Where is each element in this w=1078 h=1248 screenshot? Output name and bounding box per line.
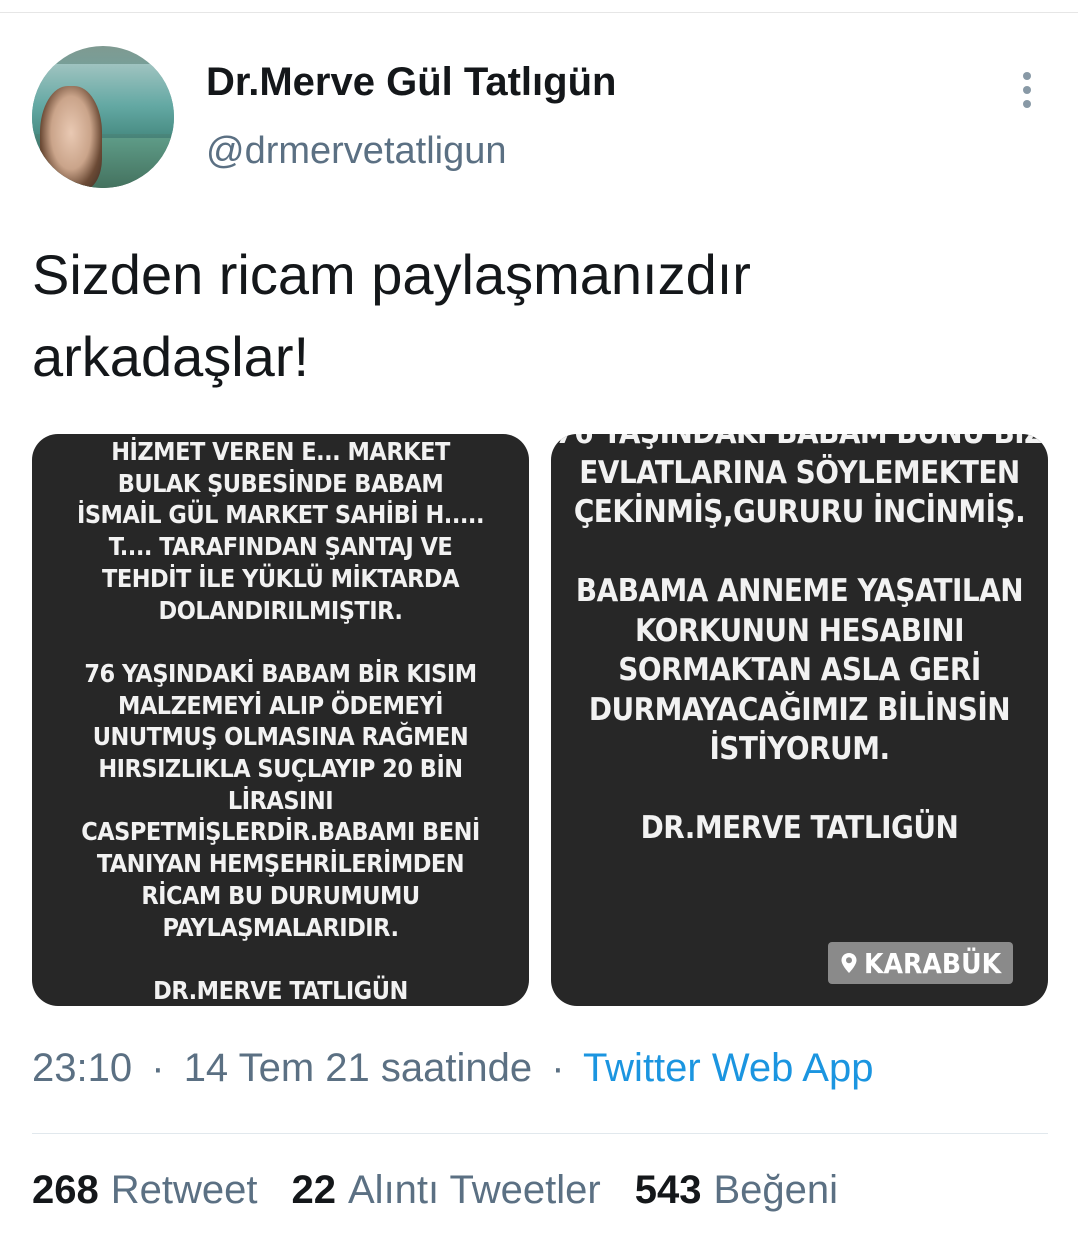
image-text-line [551,533,1048,573]
image-text: 76 YAŞINDAKİ BABAM BUNU BİZEVLATLARINA S… [551,434,1048,849]
tweet-image-left[interactable]: HİZMET VEREN E... MARKET BULAK ŞUBESİNDE … [32,434,529,1006]
image-text-line: T.... TARAFINDAN ŞANTAJ VE [108,532,453,562]
image-text-line: İSMAİL GÜL MARKET SAHİBİ H..... [77,500,485,530]
image-text: HİZMET VEREN E... MARKET BULAK ŞUBESİNDE … [32,436,529,1006]
image-text-line: TEHDİT İLE YÜKLÜ MİKTARDA [101,563,460,593]
like-count[interactable]: 543 Beğeni [635,1168,838,1213]
image-text-line: 76 YAŞINDAKİ BABAM BUNU BİZ [551,434,1048,454]
image-text-line: DURMAYACAĞIMIZ BİLİNSİN [588,691,1011,728]
image-text-line: RİCAM BU DURUMUMU [141,880,420,910]
tweet-text: Sizden ricam paylaşmanızdır arkadaşlar! [32,234,1012,398]
location-label: KARABÜK [864,946,1002,980]
tweet-stats: 268 Retweet 22 Alıntı Tweetler 543 Beğeni [32,1168,838,1213]
retweet-count[interactable]: 268 Retweet [32,1168,258,1213]
image-text-line: HIRSIZLIKLA SUÇLAYIP 20 BİN [98,754,463,784]
image-text-line: DR.MERVE TATLIGÜN [640,810,959,846]
avatar[interactable] [32,46,174,188]
top-divider [0,12,1078,13]
image-text-line: CASPETMİŞLERDİR.BABAMI BENİ [81,817,480,847]
image-text-line: UNUTMUŞ OLMASINA RAĞMEN [92,722,469,752]
tweet-date[interactable]: 14 Tem 21 saatinde [184,1046,532,1090]
image-text-line: BULAK ŞUBESİNDE BABAM [117,468,444,498]
image-text-line: 76 YAŞINDAKİ BABAM BİR KISIM [84,658,477,688]
image-text-line: PAYLAŞMALARIDIR. [162,912,399,942]
image-text-line: DR.MERVE TATLIGÜN [153,975,408,1005]
map-pin-icon [841,953,857,973]
image-text-line: EVLATLARINA SÖYLEMEKTEN [579,454,1020,491]
tweet-text-line: Sizden ricam paylaşmanızdır [32,243,751,306]
image-text-line: SORMAKTAN ASLA GERİ [618,652,981,688]
image-text-line [551,770,1048,810]
more-vertical-icon[interactable] [1012,68,1042,112]
image-text-line [32,943,529,975]
divider [32,1133,1048,1134]
tweet-image-right[interactable]: 76 YAŞINDAKİ BABAM BUNU BİZEVLATLARINA S… [551,434,1048,1006]
image-text-line [32,626,529,658]
tweet-time[interactable]: 23:10 [32,1046,132,1090]
image-text-line: TANIYAN HEMŞEHRİLERİMDEN [96,849,465,879]
tweet-source-link[interactable]: Twitter Web App [583,1046,874,1090]
author-handle[interactable]: @drmervetatligun [206,130,506,173]
quote-count[interactable]: 22 Alıntı Tweetler [292,1168,601,1213]
image-text-line: DOLANDIRILMIŞTIR. [158,595,403,625]
image-text-line: HİZMET VEREN E... MARKET [111,437,450,466]
image-text-line: ÇEKİNMİŞ,GURURU İNCİNMİŞ. [573,494,1026,530]
image-text-line: LİRASINI [227,785,334,815]
tweet-text-line: arkadaşlar! [32,325,310,388]
image-text-line: KORKUNUN HESABINI [634,612,965,649]
location-sticker: KARABÜK [828,942,1014,984]
image-text-line: BABAMA ANNEME YAŞATILAN [575,573,1024,609]
image-text-line: MALZEMEYİ ALIP ÖDEMEYİ [118,690,444,720]
tweet-meta: 23:10 · 14 Tem 21 saatinde · Twitter Web… [32,1046,874,1090]
author-name[interactable]: Dr.Merve Gül Tatlıgün [206,60,616,105]
image-text-line: İSTİYORUM. [709,731,890,767]
